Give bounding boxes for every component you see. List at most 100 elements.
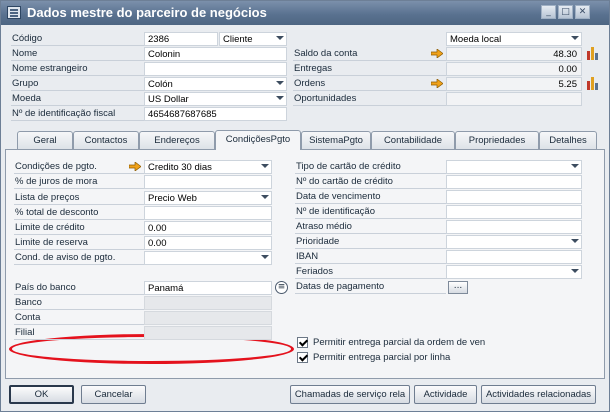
num-ident-field[interactable] bbox=[446, 205, 582, 219]
maximize-icon[interactable]: □ bbox=[558, 5, 573, 19]
juros-mora-field[interactable] bbox=[144, 175, 272, 189]
atraso-label: Atraso médio bbox=[295, 220, 446, 234]
pais-banco-field[interactable]: Panamá bbox=[144, 281, 272, 295]
entregas-field[interactable]: 0.00 bbox=[446, 62, 582, 76]
grupo-select[interactable]: Colón bbox=[144, 77, 287, 91]
chevron-down-icon bbox=[276, 36, 284, 40]
feriados-label: Feriados bbox=[295, 265, 446, 279]
nome-estrangeiro-label: Nome estrangeiro bbox=[11, 62, 144, 76]
prioridade-select[interactable] bbox=[446, 235, 582, 249]
tab-contactos[interactable]: Contactos bbox=[73, 131, 139, 149]
chevron-down-icon bbox=[571, 164, 579, 168]
chevron-down-icon bbox=[276, 96, 284, 100]
lista-precos-select[interactable]: Precio Web bbox=[144, 191, 272, 205]
list-icon[interactable]: ≡ bbox=[275, 281, 288, 294]
business-partner-window: Dados mestre do parceiro de negócios _ □… bbox=[0, 0, 610, 412]
bp-type-select[interactable]: Cliente bbox=[219, 32, 287, 46]
cond-pgto-value: Credito 30 dias bbox=[148, 162, 212, 173]
tab-enderecos[interactable]: Endereços bbox=[139, 131, 215, 149]
tab-contabilidade[interactable]: Contabilidade bbox=[371, 131, 455, 149]
tab-condicoes-pgto[interactable]: CondiçõesPgto bbox=[215, 130, 301, 150]
tab-detalhes[interactable]: Detalhes bbox=[539, 131, 597, 149]
ordens-field[interactable]: 5.25 bbox=[446, 77, 582, 91]
iban-field[interactable] bbox=[446, 250, 582, 264]
link-arrow-icon[interactable] bbox=[129, 162, 141, 171]
currency-value: Moeda local bbox=[450, 34, 502, 45]
chart-icon[interactable] bbox=[587, 76, 599, 90]
moeda-select[interactable]: US Dollar bbox=[144, 92, 287, 106]
id-fiscal-label: Nº de identificação fiscal bbox=[11, 107, 144, 121]
ordens-label: Ordens bbox=[293, 77, 446, 91]
cancel-button[interactable]: Cancelar bbox=[81, 385, 146, 404]
link-arrow-icon[interactable] bbox=[431, 79, 443, 88]
chevron-down-icon bbox=[261, 255, 269, 259]
lista-precos-value: Precio Web bbox=[148, 193, 197, 204]
oportunidades-field[interactable] bbox=[446, 92, 582, 106]
data-venc-field[interactable] bbox=[446, 190, 582, 204]
moeda-label: Moeda bbox=[11, 92, 144, 106]
chart-icon[interactable] bbox=[587, 46, 599, 60]
cond-aviso-select[interactable] bbox=[144, 251, 272, 265]
chevron-down-icon bbox=[261, 195, 269, 199]
close-icon[interactable]: ✕ bbox=[575, 5, 590, 19]
entregas-label: Entregas bbox=[293, 62, 446, 76]
limite-credito-label: Limite de crédito bbox=[14, 221, 145, 235]
title-bar: Dados mestre do parceiro de negócios _ □… bbox=[1, 1, 609, 25]
partial-order-checkbox[interactable] bbox=[297, 337, 308, 348]
num-cartao-label: Nº do cartão de crédito bbox=[295, 175, 446, 189]
limite-credito-field[interactable]: 0.00 bbox=[144, 221, 272, 235]
form-icon bbox=[7, 6, 21, 19]
id-fiscal-field[interactable]: 4654687687685 bbox=[144, 107, 287, 121]
bp-type-value: Cliente bbox=[223, 34, 253, 45]
related-activities-button[interactable]: Actividades relacionadas bbox=[481, 385, 596, 404]
total-desconto-field[interactable] bbox=[144, 206, 272, 220]
codigo-label: Código bbox=[11, 32, 144, 46]
filial-label: Filial bbox=[14, 326, 145, 340]
saldo-field[interactable]: 48.30 bbox=[446, 47, 582, 61]
num-cartao-field[interactable] bbox=[446, 175, 582, 189]
tab-sistema-pgto[interactable]: SistemaPgto bbox=[301, 131, 371, 149]
conta-label: Conta bbox=[14, 311, 145, 325]
cond-pgto-label: Condições de pgto. bbox=[14, 160, 145, 174]
partial-line-label: Permitir entrega parcial por linha bbox=[313, 352, 451, 363]
nome-field[interactable]: Colonin bbox=[144, 47, 287, 61]
ok-button[interactable]: OK bbox=[9, 385, 74, 404]
chevron-down-icon bbox=[571, 36, 579, 40]
moeda-value: US Dollar bbox=[148, 94, 189, 105]
conta-field[interactable] bbox=[144, 311, 272, 325]
tab-geral[interactable]: Geral bbox=[17, 131, 73, 149]
link-arrow-icon[interactable] bbox=[431, 49, 443, 58]
tipo-cartao-label: Tipo de cartão de crédito bbox=[295, 160, 446, 174]
partial-order-label: Permitir entrega parcial da ordem de ven bbox=[313, 337, 486, 348]
limite-reserva-field[interactable]: 0.00 bbox=[144, 236, 272, 250]
nome-label: Nome bbox=[11, 47, 144, 61]
banco-label: Banco bbox=[14, 296, 145, 310]
chevron-down-icon bbox=[261, 164, 269, 168]
nome-estrangeiro-field[interactable] bbox=[144, 62, 287, 76]
total-desconto-label: % total de desconto bbox=[14, 206, 145, 220]
banco-field[interactable] bbox=[144, 296, 272, 310]
activity-button[interactable]: Actividade bbox=[414, 385, 477, 404]
iban-label: IBAN bbox=[295, 250, 446, 264]
atraso-field[interactable] bbox=[446, 220, 582, 234]
chevron-down-icon bbox=[571, 269, 579, 273]
pais-banco-label: País do banco bbox=[14, 281, 145, 295]
grupo-value: Colón bbox=[148, 79, 173, 90]
filial-field[interactable] bbox=[144, 326, 272, 340]
service-calls-button[interactable]: Chamadas de serviço rela bbox=[290, 385, 410, 404]
data-venc-label: Data de vencimento bbox=[295, 190, 446, 204]
datas-pgto-button[interactable]: ... bbox=[448, 281, 468, 294]
partial-line-checkbox[interactable] bbox=[297, 352, 308, 363]
cond-pgto-select[interactable]: Credito 30 dias bbox=[144, 160, 272, 174]
datas-pgto-label: Datas de pagamento bbox=[295, 280, 446, 294]
feriados-select[interactable] bbox=[446, 265, 582, 279]
tab-propriedades[interactable]: Propriedades bbox=[455, 131, 539, 149]
minimize-icon[interactable]: _ bbox=[541, 5, 556, 19]
tipo-cartao-select[interactable] bbox=[446, 160, 582, 174]
limite-reserva-label: Limite de reserva bbox=[14, 236, 145, 250]
currency-select[interactable]: Moeda local bbox=[446, 32, 582, 46]
juros-mora-label: % de juros de mora bbox=[14, 175, 145, 189]
window-title: Dados mestre do parceiro de negócios bbox=[27, 5, 267, 20]
chevron-down-icon bbox=[276, 81, 284, 85]
codigo-field[interactable]: 2386 bbox=[144, 32, 218, 46]
